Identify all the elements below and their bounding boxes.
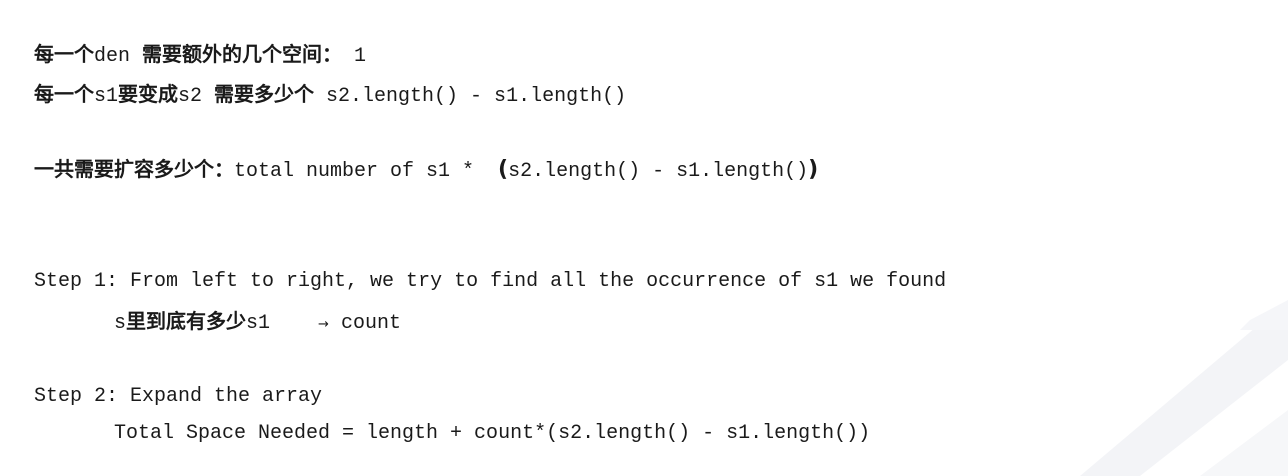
step1-code-b: s1	[246, 312, 319, 335]
step1-code-a: s	[114, 312, 127, 335]
line-den-extra-space: 每一个den 需要额外的几个空间： 1	[34, 40, 366, 71]
line1-label-a: 每一个	[34, 42, 94, 66]
arrow-right-icon: →	[318, 317, 329, 332]
line-total-expansion: 一共需要扩容多少个：total number of s1 * (s2.lengt…	[34, 155, 818, 186]
line2-label-c: 需要多少个	[214, 82, 315, 106]
step1-detail: s里到底有多少s1 → count	[114, 307, 401, 339]
line1-label-b: 需要额外的几个空间：	[142, 42, 343, 66]
step1-label-a: 里到底有多少	[126, 309, 247, 333]
line3-label-a: 一共需要扩容多少个：	[34, 157, 234, 181]
line3-code-b: s2.length() - s1.length()	[508, 160, 809, 183]
step2-heading: Step 2: Expand the array	[34, 385, 323, 408]
line3-code-a: total number of s1 *	[234, 160, 499, 183]
step2-detail: Total Space Needed = length + count*(s2.…	[114, 422, 871, 445]
line1-code-b: 1	[342, 45, 367, 68]
line2-label-b: 要变成	[118, 82, 179, 106]
line1-code-a: den	[94, 45, 143, 68]
line3-paren-open: (	[498, 157, 509, 182]
line3-paren-close: )	[808, 157, 819, 182]
line2-code-a: s1	[94, 85, 119, 108]
step1-code-c: count	[328, 312, 401, 335]
line2-code-c: s2.length() - s1.length()	[314, 85, 627, 108]
line2-label-a: 每一个	[34, 82, 94, 106]
line2-code-b: s2	[178, 85, 215, 108]
line-s1-to-s2: 每一个s1要变成s2 需要多少个 s2.length() - s1.length…	[34, 80, 626, 111]
step1-heading: Step 1: From left to right, we try to fi…	[34, 270, 947, 293]
